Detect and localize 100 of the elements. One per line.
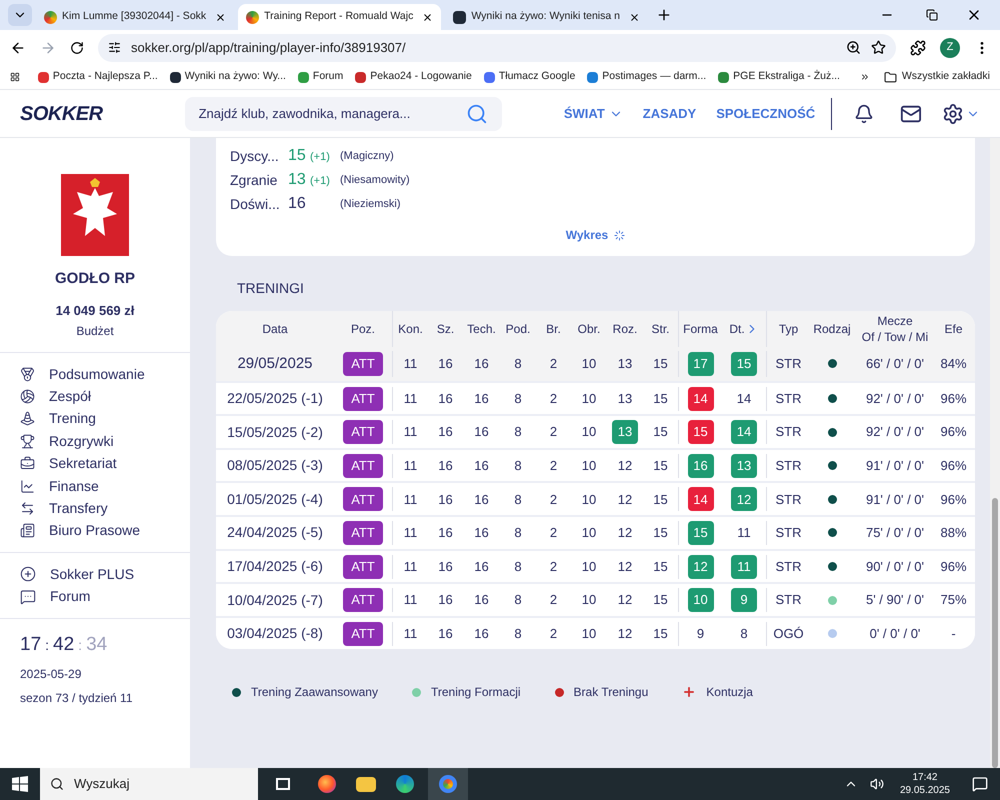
- table-cell-text: 2: [548, 457, 558, 476]
- table-cell-text: STR: [776, 457, 802, 476]
- zoom-icon[interactable]: [846, 40, 861, 55]
- new-tab-icon[interactable]: [656, 7, 672, 23]
- bookmark-item[interactable]: Tłumacz Google: [484, 69, 580, 85]
- reload-icon[interactable]: [70, 40, 84, 54]
- taskbar-search-input[interactable]: Wyszukaj: [74, 774, 234, 794]
- table-cell-text: 16: [473, 524, 490, 542]
- table-cell-text: 15: [652, 591, 669, 610]
- table-cell-text: 16: [473, 423, 490, 442]
- table-cell-text: 91' / 0' / 0': [866, 490, 924, 509]
- table-cell-text: 12: [616, 524, 634, 542]
- clock: 17 : 42 : 34: [20, 632, 108, 657]
- tab-list-button[interactable]: [8, 4, 32, 26]
- bookmark-item[interactable]: Postimages — darm...: [587, 69, 710, 85]
- all-bookmarks-button[interactable]: Wszystkie zakładki: [884, 69, 990, 85]
- stat-description: (Niesamowity): [340, 172, 410, 188]
- browser-tab[interactable]: Kim Lumme [39302044] - Sokk: [36, 4, 234, 30]
- sidebar-item[interactable]: Podsumowanie: [0, 363, 190, 386]
- table-row[interactable]: 08/05/2025 (-3) ATT 11 16 16 8 2 10 12 15 16 13 STR 91' / 0' / 0' 96%: [216, 448, 975, 482]
- close-icon[interactable]: [422, 12, 434, 22]
- bookmark-item[interactable]: Poczta - Najlepsza P...: [38, 69, 162, 85]
- table-cell-text: 92' / 0' / 0': [866, 390, 924, 408]
- nav-link[interactable]: ZASADY: [642, 104, 696, 124]
- bookmark-item[interactable]: Forum: [298, 69, 348, 85]
- position-badge: ATT: [343, 352, 383, 376]
- volume-icon[interactable]: [870, 777, 884, 791]
- position-badge: ATT: [343, 520, 383, 545]
- taskbar-search-field[interactable]: Wyszukaj: [40, 768, 258, 800]
- nav-link[interactable]: SPOŁECZNOŚĆ: [716, 104, 816, 124]
- table-cell-text: 10: [580, 490, 598, 509]
- column-header: Typ: [778, 321, 798, 337]
- extensions-icon[interactable]: [910, 40, 926, 56]
- sidebar-item[interactable]: Rozgrywki: [0, 430, 190, 453]
- budget-label: Budżet: [76, 323, 114, 340]
- table-cell-text: 15: [652, 423, 669, 442]
- table-cell-text: 11: [402, 490, 418, 509]
- notifications-icon[interactable]: [972, 776, 988, 792]
- forward-icon[interactable]: [40, 40, 56, 56]
- favicon-icon: [298, 72, 309, 82]
- address-bar[interactable]: sokker.org/pl/app/training/player-info/38919307/: [98, 34, 896, 62]
- site-settings-icon[interactable]: [108, 41, 121, 54]
- browser-tab[interactable]: Training Report - Romuald Wajc: [238, 4, 442, 30]
- table-cell-text: STR: [776, 524, 802, 542]
- sidebar-item[interactable]: Forum: [0, 586, 190, 608]
- table-cell-text: 15: [652, 457, 669, 476]
- sidebar-item[interactable]: Sekretariat: [0, 452, 190, 475]
- bookmark-item[interactable]: Pekao24 - Logowanie: [355, 69, 476, 85]
- task-view-icon[interactable]: [276, 778, 290, 790]
- date-cell-text: 08/05/2025 (-3): [227, 456, 323, 476]
- profile-avatar[interactable]: Z: [940, 38, 960, 58]
- favicon-icon: [355, 72, 366, 82]
- scrollbar[interactable]: [990, 138, 1000, 768]
- sokker-logo[interactable]: SOKKER: [20, 98, 185, 128]
- table-row[interactable]: 03/04/2025 (-8) ATT 11 16 16 8 2 10 12 15 9 8 OGÓ 0' / 0' / 0' -: [216, 616, 975, 650]
- table-cell-text: 11: [736, 524, 752, 542]
- table-cell-text: 2: [548, 355, 558, 374]
- table-cell-text: 8: [513, 591, 523, 610]
- back-icon[interactable]: [10, 40, 26, 56]
- search-field[interactable]: Znajdź klub, zawodnika, managera...: [184, 96, 502, 130]
- search-icon[interactable]: [466, 102, 488, 124]
- table-cell-text: 75' / 0' / 0': [866, 524, 924, 542]
- close-icon[interactable]: [215, 12, 226, 22]
- table-cell-text: -: [950, 625, 957, 643]
- windows-logo-icon[interactable]: [12, 776, 28, 792]
- sidebar-item[interactable]: Zespół: [0, 385, 190, 408]
- bookmark-star-icon[interactable]: [871, 40, 886, 55]
- nav-link[interactable]: ŚWIAT: [564, 104, 623, 124]
- sidebar-item[interactable]: Trening: [0, 408, 190, 430]
- apps-icon[interactable]: [10, 70, 20, 84]
- search-input[interactable]: Znajdź klub, zawodnika, managera...: [198, 104, 466, 124]
- table-cell-text: 15: [652, 390, 669, 408]
- browser-tab[interactable]: Wyniki na żywo: Wyniki tenisa n: [445, 4, 648, 30]
- bookmark-item[interactable]: Wyniki na żywo: Wy...: [170, 69, 290, 85]
- sidebar-item[interactable]: Transfery: [0, 497, 190, 520]
- settings-icon[interactable]: [942, 102, 964, 124]
- table-cell-text: 96%: [940, 457, 967, 476]
- column-header: Sz.: [436, 321, 454, 337]
- table-cell-text: 2: [548, 524, 558, 542]
- briefcase-icon: [20, 456, 35, 472]
- bookmark-item[interactable]: PGE Ekstraliga - Żuż...: [718, 69, 844, 85]
- table-row[interactable]: 29/05/2025 ATT 11 16 16 8 2 10 13 15 17 15 STR 66' / 0' / 0' 84%: [216, 347, 975, 381]
- sidebar-item[interactable]: Finanse: [0, 474, 190, 498]
- budget-amount: 14 049 569 zł: [56, 302, 134, 320]
- sidebar-item[interactable]: Biuro Prasowe: [0, 520, 190, 542]
- table-cell-text: 11: [402, 355, 418, 374]
- table-cell-text: 75%: [940, 591, 967, 610]
- restore-icon[interactable]: [926, 9, 938, 21]
- table-cell: 14: [688, 386, 714, 411]
- column-header: Obr.: [578, 321, 600, 337]
- table-cell-text: 11: [402, 457, 418, 476]
- table-cell: 15: [688, 520, 714, 545]
- chart-link[interactable]: Wykres: [566, 226, 626, 244]
- table-cell-text: 2: [548, 591, 558, 610]
- season-text: sezon 73 / tydzień 11: [20, 690, 134, 708]
- sidebar-item[interactable]: Sokker PLUS: [0, 563, 190, 586]
- column-header: Forma: [683, 321, 718, 337]
- table-cell-text: 96%: [940, 490, 967, 509]
- close-icon[interactable]: [628, 12, 640, 22]
- notifications-icon[interactable]: [854, 104, 874, 124]
